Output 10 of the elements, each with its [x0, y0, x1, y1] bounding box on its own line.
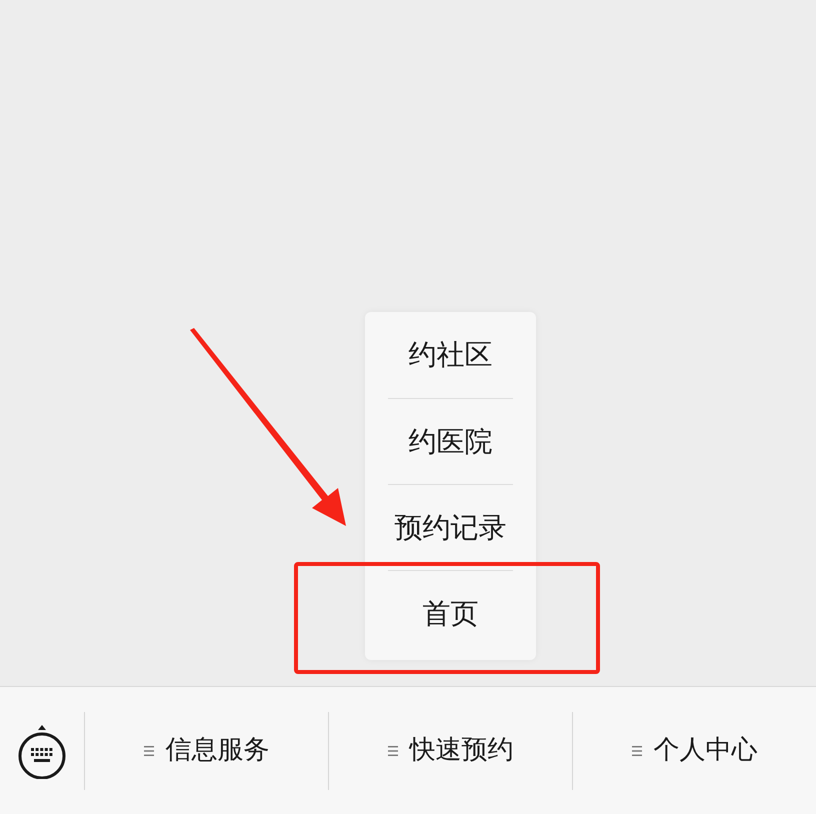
menu-icon	[144, 744, 154, 756]
menu-item[interactable]: 首页	[388, 570, 513, 656]
menu-item[interactable]: 约医院	[388, 398, 513, 484]
menu-icon	[388, 744, 398, 756]
menu-tab[interactable]: 个人中心	[572, 712, 816, 790]
menu-item[interactable]: 约社区	[388, 312, 513, 398]
menu-icon	[632, 744, 642, 756]
menu-tab[interactable]: 信息服务	[84, 712, 328, 790]
menu-item[interactable]: 预约记录	[388, 484, 513, 570]
menu-tab[interactable]: 快速预约	[328, 712, 572, 790]
